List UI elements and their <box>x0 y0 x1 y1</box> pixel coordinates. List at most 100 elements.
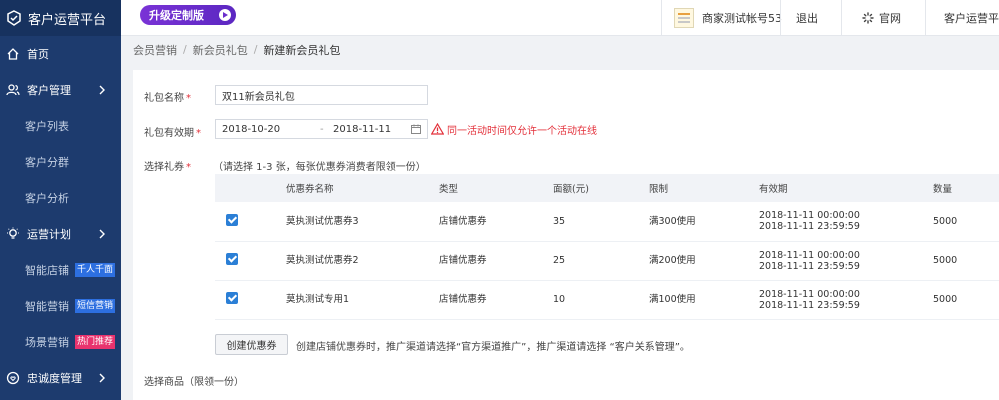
period-label: 礼包有效期 * <box>144 128 201 139</box>
store-icon <box>674 8 694 28</box>
sidebar-subitem[interactable]: 场景营销 热门推荐 <box>0 324 121 360</box>
home-icon <box>7 48 19 60</box>
coupon-checkbox[interactable] <box>226 292 238 304</box>
coupon-amount: 35 <box>553 202 649 242</box>
brand-header[interactable]: 客户运营平台 <box>0 0 121 36</box>
sidebar-subitem-label: 场景营销 <box>25 336 69 349</box>
account-menu[interactable]: 商家测试帐号53 <box>674 0 782 36</box>
top-header: 升级定制版 商家测试帐号53 退出 官网 客户运营平台 <box>121 0 999 36</box>
coupon-limit: 满300使用 <box>649 202 759 242</box>
coupon-label: 选择礼券 * <box>144 162 191 173</box>
table-row[interactable]: 莫执测试优惠券2 店铺优惠券 25 满200使用 2018-11-11 00:0… <box>215 241 999 281</box>
loading-icon <box>862 12 874 24</box>
coupon-qty: 5000 <box>933 241 999 281</box>
coupon-hint: （请选择 1-3 张，每张优惠券消费者限领一份） <box>213 162 426 173</box>
platform-label: 客户运营平台 <box>944 12 999 25</box>
sidebar-subitem-label: 客户列表 <box>25 120 69 133</box>
warning-icon <box>431 123 444 135</box>
official-label: 官网 <box>879 12 901 25</box>
sidebar-subitem-label: 智能营销 <box>25 300 69 313</box>
date-range-picker[interactable]: 2018-10-20 - 2018-11-11 <box>215 119 428 139</box>
divider <box>925 0 926 36</box>
sidebar-subitem[interactable]: 智能店铺 千人千面 <box>0 252 121 288</box>
sidebar-item[interactable]: 运营计划 <box>0 216 121 252</box>
coupon-validity: 2018-11-11 00:00:00 2018-11-11 23:59:59 <box>759 202 933 242</box>
coupon-type: 店铺优惠券 <box>439 280 553 320</box>
breadcrumb-item[interactable]: 会员营销 <box>133 42 177 58</box>
breadcrumb-item[interactable]: 新会员礼包 <box>193 42 248 58</box>
logout-label: 退出 <box>796 12 818 25</box>
col-header: 限制 <box>649 174 759 202</box>
sidebar-badge: 千人千面 <box>75 263 116 277</box>
official-site-link[interactable]: 官网 <box>862 0 901 36</box>
table-row[interactable]: 莫执测试专用1 店铺优惠券 10 满100使用 2018-11-11 00:00… <box>215 280 999 320</box>
coupon-type: 店铺优惠券 <box>439 202 553 242</box>
sidebar-item-label: 运营计划 <box>27 228 71 241</box>
coupon-limit: 满100使用 <box>649 280 759 320</box>
sidebar-subitem-label: 客户分析 <box>25 192 69 205</box>
sidebar-item-label: 忠诚度管理 <box>27 372 82 385</box>
coupon-table: 优惠券名称 类型 面额(元) 限制 有效期 数量 莫执测试优惠券3 店铺优惠券 … <box>215 174 999 320</box>
form-card: 礼包名称 * 双11新会员礼包 礼包有效期 * 2018-10-20 - 2018-… <box>133 70 999 400</box>
date-separator: - <box>320 123 324 135</box>
coupon-validity: 2018-11-11 00:00:00 2018-11-11 23:59:59 <box>759 280 933 320</box>
goods-label: 选择商品（限领一份） <box>144 377 244 388</box>
start-date[interactable]: 2018-10-20 <box>222 124 320 135</box>
col-header: 数量 <box>933 174 999 202</box>
table-row[interactable]: 莫执测试优惠券3 店铺优惠券 35 满300使用 2018-11-11 00:0… <box>215 202 999 242</box>
col-header: 类型 <box>439 174 553 202</box>
coupon-limit: 满200使用 <box>649 241 759 281</box>
gift-name-value: 双11新会员礼包 <box>222 91 295 103</box>
end-date[interactable]: 2018-11-11 <box>333 124 411 135</box>
account-name: 商家测试帐号53 <box>702 12 782 25</box>
platform-switch[interactable]: 客户运营平台 <box>944 0 999 36</box>
sidebar-item-label: 客户管理 <box>27 84 71 97</box>
sidebar-subitem[interactable]: 客户列表 <box>0 108 121 144</box>
coupon-checkbox[interactable] <box>226 253 238 265</box>
coupon-type: 店铺优惠券 <box>439 241 553 281</box>
create-coupon-button[interactable]: 创建优惠券 <box>215 334 288 355</box>
coupon-name: 莫执测试优惠券3 <box>286 202 439 242</box>
chevron-right-icon <box>99 373 105 383</box>
divider <box>661 0 662 36</box>
name-label: 礼包名称 * <box>144 93 191 104</box>
coupon-qty: 5000 <box>933 280 999 320</box>
sidebar-subitem-label: 智能店铺 <box>25 264 69 277</box>
coupon-checkbox[interactable] <box>226 213 238 226</box>
calendar-icon[interactable] <box>411 124 421 134</box>
sidebar-badge: 热门推荐 <box>75 335 116 349</box>
sidebar-item[interactable]: 客户管理 <box>0 72 121 108</box>
breadcrumb: 会员营销 / 新会员礼包 / 新建新会员礼包 <box>133 42 341 58</box>
sidebar-subitem[interactable]: 客户分析 <box>0 180 121 216</box>
sidebar-subitem[interactable]: 客户分群 <box>0 144 121 180</box>
col-header: 优惠券名称 <box>286 174 439 202</box>
upgrade-button[interactable]: 升级定制版 <box>140 5 236 25</box>
breadcrumb-current: 新建新会员礼包 <box>263 43 341 57</box>
logo-icon <box>7 10 21 26</box>
col-header: 面额(元) <box>553 174 649 202</box>
chevron-right-icon <box>99 229 105 239</box>
create-coupon-note: 创建店铺优惠券时，推广渠道请选择“官方渠道推广”，推广渠道请选择 “客户关系管理… <box>296 342 690 353</box>
coupon-name: 莫执测试优惠券2 <box>286 241 439 281</box>
coupon-validity: 2018-11-11 00:00:00 2018-11-11 23:59:59 <box>759 241 933 281</box>
users-icon <box>6 84 20 96</box>
bulb-icon <box>7 227 19 239</box>
brand-title: 客户运营平台 <box>28 12 107 28</box>
loyalty-icon <box>6 371 20 385</box>
sidebar-badge: 短信营销 <box>75 299 116 313</box>
sidebar: 客户运营平台 首页 客户管理 客户列表 客户分群 客户分析 运营计划 智能店铺 千人千面 智能营… <box>0 0 121 400</box>
sidebar-item[interactable]: 忠诚度管理 <box>0 360 121 396</box>
gift-name-input[interactable]: 双11新会员礼包 <box>215 85 428 105</box>
period-warning: 同一活动时间仅允许一个活动在线 <box>431 122 597 137</box>
play-icon <box>219 9 231 21</box>
sidebar-item[interactable]: 首页 <box>0 36 121 72</box>
warning-text: 同一活动时间仅允许一个活动在线 <box>447 125 597 137</box>
sidebar-subitem[interactable]: 智能营销 短信营销 <box>0 288 121 324</box>
chevron-right-icon <box>99 85 105 95</box>
col-header: 有效期 <box>759 174 933 202</box>
sidebar-subitem-label: 客户分群 <box>25 156 69 169</box>
logout-link[interactable]: 退出 <box>796 0 818 36</box>
coupon-amount: 10 <box>553 280 649 320</box>
coupon-qty: 5000 <box>933 202 999 242</box>
divider <box>841 0 842 36</box>
